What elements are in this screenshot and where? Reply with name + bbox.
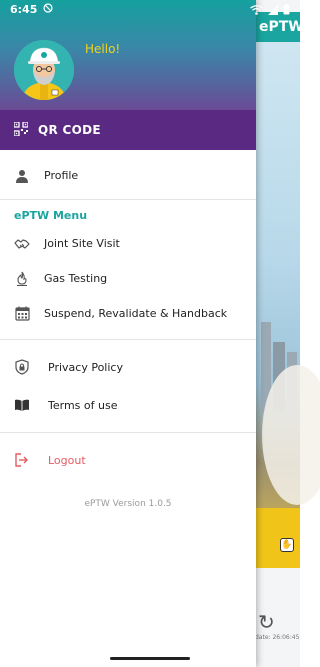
logout-label: Logout: [48, 453, 86, 467]
menu-item-gas-testing[interactable]: Gas Testing: [0, 261, 256, 296]
calendar-icon: [14, 306, 30, 322]
background-badge-icon: ✋: [280, 538, 294, 552]
home-indicator[interactable]: [110, 657, 190, 660]
menu-item-label: Gas Testing: [44, 272, 108, 285]
menu-item-profile[interactable]: Profile: [0, 158, 256, 193]
profile-label: Profile: [44, 169, 79, 182]
cellular-signal-icon: [267, 0, 279, 19]
qr-code-icon: [13, 120, 29, 139]
menu-item-joint-site-visit[interactable]: Joint Site Visit: [0, 226, 256, 261]
battery-icon: [283, 0, 290, 19]
menu-item-terms-of-use[interactable]: Terms of use: [0, 386, 256, 424]
greeting-text: Hello!: [85, 42, 121, 56]
qr-code-label: QR CODE: [38, 123, 101, 137]
menu-item-label: Joint Site Visit: [44, 237, 120, 250]
privacy-policy-label: Privacy Policy: [48, 360, 123, 374]
book-icon: [14, 397, 30, 413]
status-time: 6:45: [10, 2, 38, 16]
navigation-drawer: Hello! QR CODE Profile ePTW Menu Joint S…: [0, 0, 256, 667]
person-icon: [14, 168, 30, 184]
do-not-disturb-icon: [43, 2, 53, 16]
menu-item-label: Suspend, Revalidate & Handback: [44, 307, 228, 320]
terms-of-use-label: Terms of use: [48, 398, 118, 412]
background-date-text: date: 26:06:45: [255, 634, 300, 641]
menu-item-privacy-policy[interactable]: Privacy Policy: [0, 348, 256, 386]
avatar[interactable]: [14, 40, 74, 100]
shield-lock-icon: [14, 359, 30, 375]
flame-icon: [14, 271, 30, 287]
app-version-text: ePTW Version 1.0.5: [84, 499, 172, 509]
refresh-icon: ↻: [258, 610, 275, 634]
logout-icon: [14, 452, 30, 468]
status-bar: 6:45: [0, 0, 300, 18]
menu-item-logout[interactable]: Logout: [0, 441, 256, 479]
background-yellow-band: [255, 508, 300, 568]
section-title: ePTW Menu: [14, 209, 88, 222]
menu-item-suspend-revalidate-handback[interactable]: Suspend, Revalidate & Handback: [0, 296, 256, 331]
wifi-icon: [250, 0, 263, 19]
qr-code-button[interactable]: QR CODE: [0, 110, 256, 150]
handshake-icon: [14, 236, 30, 252]
